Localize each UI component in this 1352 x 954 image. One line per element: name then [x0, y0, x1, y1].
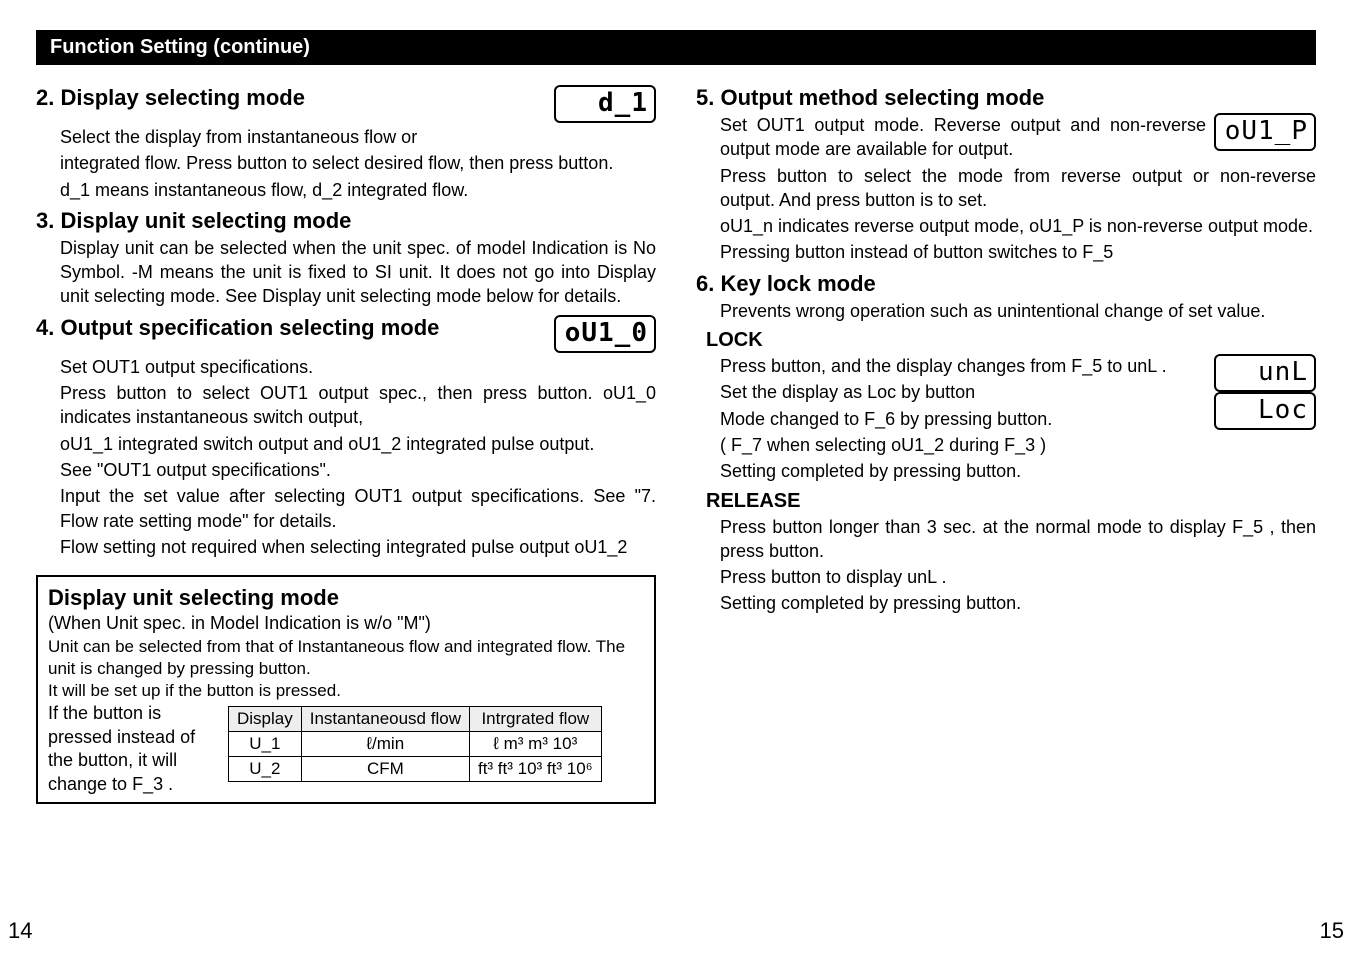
text: It will be set up if the button is press… — [48, 680, 644, 702]
body-lock: unL Press button, and the display change… — [720, 354, 1316, 483]
table-row: Display Instantaneousd flow Intrgrated f… — [229, 707, 602, 732]
heading-2: 2. Display selecting mode d_1 — [36, 85, 656, 123]
heading-text: 3. Display unit selecting mode — [36, 208, 351, 234]
lcd-display: oU1_0 — [554, 315, 656, 353]
body-s6: Prevents wrong operation such as uninten… — [720, 299, 1316, 323]
page-number-right: 15 — [1320, 918, 1344, 944]
cell: CFM — [301, 757, 469, 782]
body-s4: Set OUT1 output specifications. Press bu… — [60, 355, 656, 559]
release-heading: RELEASE — [706, 490, 1316, 513]
body-release: Press button longer than 3 sec. at the n… — [720, 515, 1316, 616]
heading-text: 6. Key lock mode — [696, 271, 876, 297]
text: Press button to select the mode from rev… — [720, 164, 1316, 213]
body-s2: Select the display from instantaneous fl… — [60, 125, 656, 202]
heading-text: 2. Display selecting mode — [36, 85, 305, 111]
text: Select the display from instantaneous fl… — [60, 125, 656, 149]
lcd-display: oU1_P — [1214, 113, 1316, 151]
section-banner: Function Setting (continue) — [36, 30, 1316, 65]
page: Function Setting (continue) 2. Display s… — [0, 0, 1352, 954]
text: integrated flow. Press button to select … — [60, 151, 656, 175]
cell: ft³ ft³ 10³ ft³ 10⁶ — [469, 757, 601, 782]
heading-5: 5. Output method selecting mode — [696, 85, 1316, 111]
text: See "OUT1 output specifications". — [60, 458, 656, 482]
text: Setting completed by pressing button. — [720, 459, 1316, 483]
lock-heading: LOCK — [706, 329, 1316, 352]
table-row: U_2 CFM ft³ ft³ 10³ ft³ 10⁶ — [229, 757, 602, 782]
lcd-display: Loc — [1214, 392, 1316, 430]
th-intg: Intrgrated flow — [469, 707, 601, 732]
box-side-text: If the button is pressed instead of the … — [48, 702, 218, 796]
heading-text: 5. Output method selecting mode — [696, 85, 1044, 111]
text: Display unit can be selected when the un… — [60, 236, 656, 309]
body-s5: oU1_P Set OUT1 output mode. Reverse outp… — [720, 113, 1316, 265]
body-s3: Display unit can be selected when the un… — [60, 236, 656, 309]
lcd-display: unL — [1214, 354, 1316, 392]
box-heading: Display unit selecting mode — [48, 585, 644, 611]
heading-6: 6. Key lock mode — [696, 271, 1316, 297]
cell: ℓ m³ m³ 10³ — [469, 732, 601, 757]
text: oU1_1 integrated switch output and oU1_2… — [60, 432, 656, 456]
left-column: 2. Display selecting mode d_1 Select the… — [36, 79, 656, 804]
text: d_1 means instantaneous flow, d_2 integr… — [60, 178, 656, 202]
box-body: Unit can be selected from that of Instan… — [48, 636, 644, 702]
right-column: 5. Output method selecting mode oU1_P Se… — [696, 79, 1316, 804]
box-sub: (When Unit spec. in Model Indication is … — [48, 613, 644, 634]
text: Flow setting not required when selecting… — [60, 535, 656, 559]
heading-text: 4. Output specification selecting mode — [36, 315, 439, 341]
text: Input the set value after selecting OUT1… — [60, 484, 656, 533]
lcd-display: d_1 — [554, 85, 656, 123]
box-display-unit: Display unit selecting mode (When Unit s… — [36, 575, 656, 804]
page-number-left: 14 — [8, 918, 32, 944]
text: Press button to display unL . — [720, 565, 1316, 589]
heading-3: 3. Display unit selecting mode — [36, 208, 656, 234]
text: Set OUT1 output specifications. — [60, 355, 656, 379]
text: Press button to select OUT1 output spec.… — [60, 381, 656, 430]
cell: U_2 — [229, 757, 302, 782]
th-display: Display — [229, 707, 302, 732]
text: Pressing button instead of button switch… — [720, 240, 1316, 264]
text: Prevents wrong operation such as uninten… — [720, 299, 1316, 323]
text: Press button longer than 3 sec. at the n… — [720, 515, 1316, 564]
heading-text: Display unit selecting mode — [48, 585, 339, 611]
box-row: If the button is pressed instead of the … — [48, 702, 644, 796]
table-row: U_1 ℓ/min ℓ m³ m³ 10³ — [229, 732, 602, 757]
text: ( F_7 when selecting oU1_2 during F_3 ) — [720, 433, 1316, 457]
columns: 2. Display selecting mode d_1 Select the… — [36, 79, 1316, 804]
cell: ℓ/min — [301, 732, 469, 757]
text: Unit can be selected from that of Instan… — [48, 636, 644, 680]
heading-4: 4. Output specification selecting mode o… — [36, 315, 656, 353]
text: oU1_n indicates reverse output mode, oU1… — [720, 214, 1316, 238]
unit-table: Display Instantaneousd flow Intrgrated f… — [228, 706, 602, 782]
text: Setting completed by pressing button. — [720, 591, 1316, 615]
th-inst: Instantaneousd flow — [301, 707, 469, 732]
cell: U_1 — [229, 732, 302, 757]
